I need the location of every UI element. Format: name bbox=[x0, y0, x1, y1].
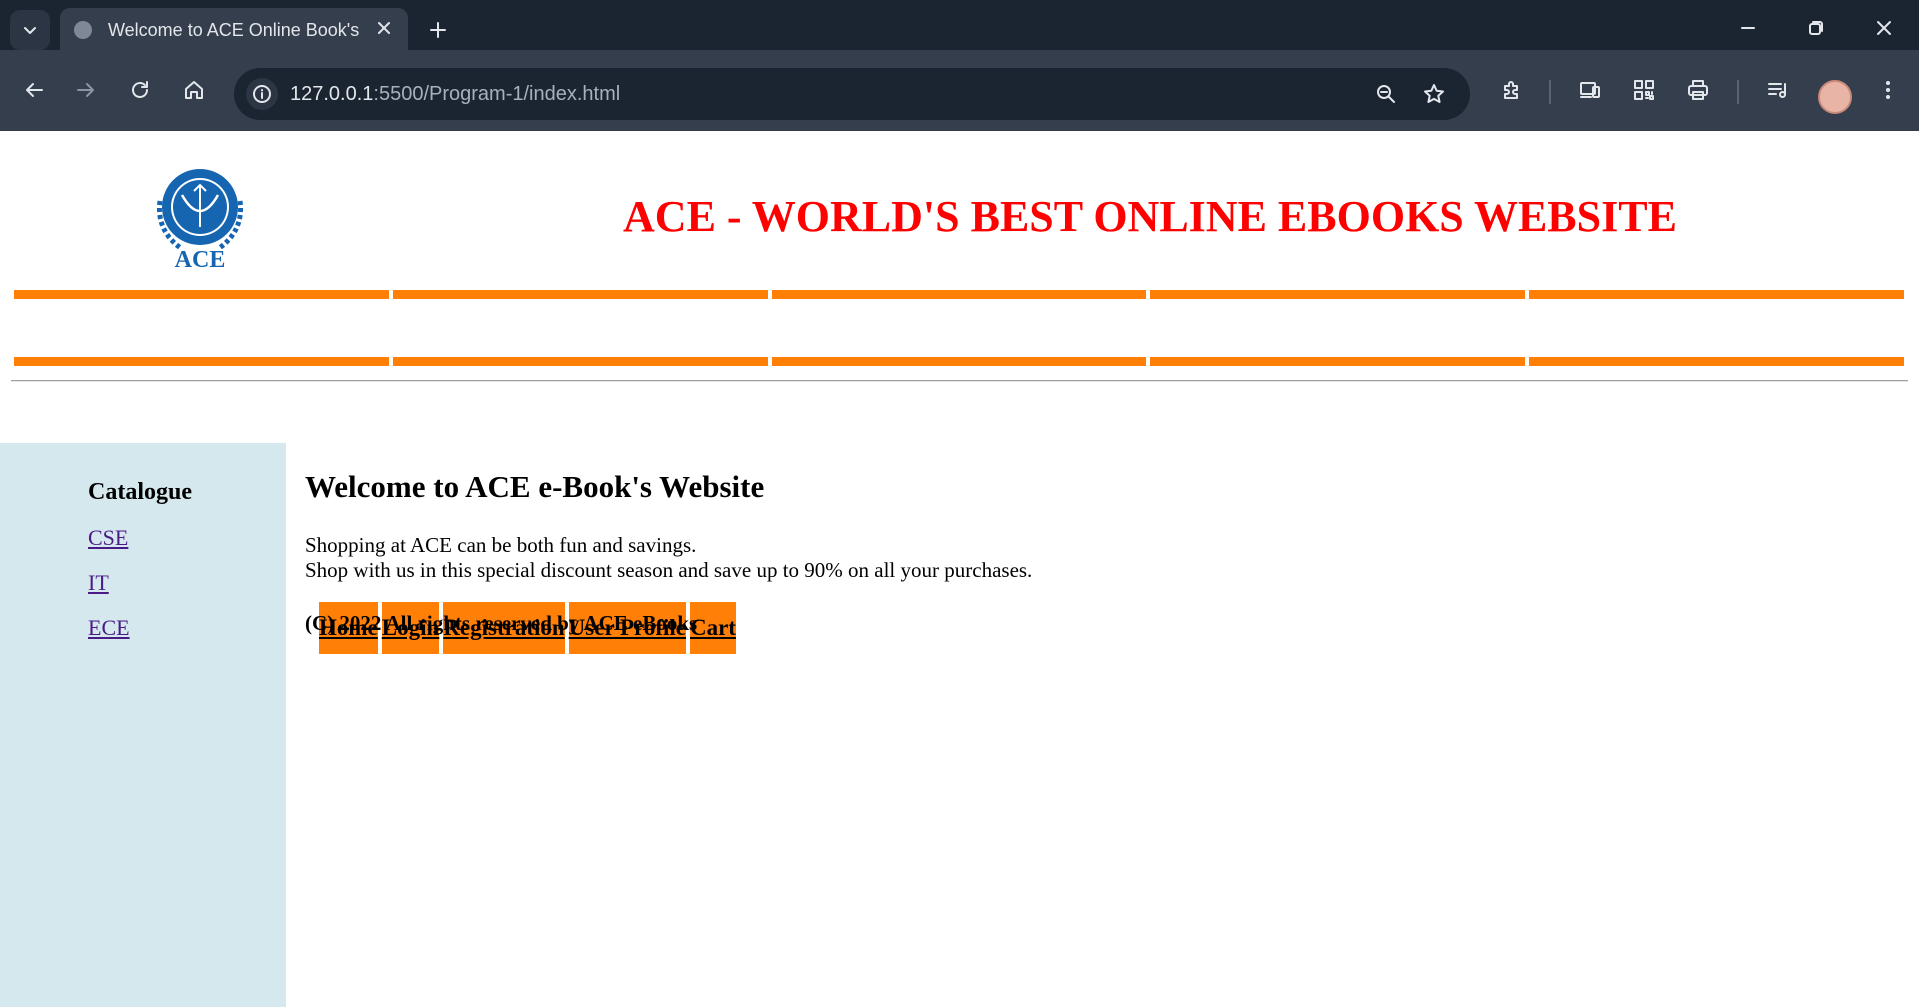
arrow-left-icon bbox=[26, 83, 43, 97]
logo-text: ACE bbox=[175, 247, 226, 273]
web-page: ACE ACE - WORLD'S BEST ONLINE EBOOKS WEB… bbox=[0, 131, 1919, 1007]
browser-menu-button[interactable] bbox=[1870, 72, 1906, 108]
horizontal-rule bbox=[11, 380, 1908, 382]
welcome-heading: Welcome to ACE e-Book's Website bbox=[305, 469, 765, 504]
url-host: 127.0.0.1 bbox=[290, 83, 374, 105]
profile-avatar[interactable] bbox=[1818, 80, 1852, 114]
url-text[interactable]: 127.0.0.1:5500/Program-1/index.html bbox=[290, 82, 620, 106]
globe-icon bbox=[74, 21, 92, 39]
forward-button[interactable] bbox=[66, 70, 106, 110]
intro-line-2: Shop with us in this special discount se… bbox=[305, 558, 1033, 582]
zoom-out-icon bbox=[1377, 85, 1395, 103]
catalogue-link-ece[interactable]: ECE bbox=[88, 615, 130, 641]
reload-icon bbox=[132, 81, 148, 98]
home-button[interactable] bbox=[174, 70, 214, 110]
browser-toolbar: 127.0.0.1:5500/Program-1/index.html bbox=[0, 50, 1919, 131]
qr-code-button[interactable] bbox=[1626, 72, 1662, 108]
intro-line-1: Shopping at ACE can be both fun and savi… bbox=[305, 533, 697, 557]
puzzle-icon bbox=[1504, 81, 1518, 99]
close-window-button[interactable] bbox=[1862, 8, 1906, 48]
tab-title: Welcome to ACE Online Book's bbox=[108, 20, 360, 40]
tab-search-button[interactable] bbox=[10, 10, 50, 50]
media-control-button[interactable] bbox=[1760, 72, 1796, 108]
main-nav: Home Login Registration User Profile Car… bbox=[11, 287, 1907, 655]
restore-icon bbox=[1809, 21, 1823, 35]
catalogue-sidebar: Catalogue CSE IT ECE bbox=[0, 443, 286, 1007]
qr-code-icon bbox=[1634, 80, 1654, 100]
close-icon bbox=[1877, 21, 1891, 35]
back-button[interactable] bbox=[14, 70, 54, 110]
minimize-icon bbox=[1741, 27, 1755, 29]
bookmark-button[interactable] bbox=[1418, 78, 1450, 110]
cast-button[interactable] bbox=[1572, 72, 1608, 108]
home-icon bbox=[185, 81, 203, 99]
reload-button[interactable] bbox=[120, 70, 160, 110]
plus-icon bbox=[430, 22, 446, 38]
catalogue-link-cse[interactable]: CSE bbox=[88, 525, 128, 551]
minimize-button[interactable] bbox=[1726, 8, 1770, 48]
zoom-button[interactable] bbox=[1370, 78, 1402, 110]
tab-close-button[interactable] bbox=[370, 14, 398, 42]
copyright-text: (C) 2022 All rights reserved by ACE eBoo… bbox=[305, 611, 698, 635]
close-icon bbox=[378, 22, 390, 34]
printer-icon bbox=[1688, 80, 1708, 100]
print-button[interactable] bbox=[1680, 72, 1716, 108]
catalogue-link-it[interactable]: IT bbox=[88, 570, 109, 596]
extensions-button[interactable] bbox=[1494, 72, 1530, 108]
site-info-button[interactable] bbox=[246, 78, 278, 110]
more-vert-icon bbox=[1886, 81, 1890, 99]
site-heading: ACE - WORLD'S BEST ONLINE EBOOKS WEBSITE bbox=[623, 192, 1677, 241]
toolbar-separator bbox=[1549, 80, 1551, 104]
restore-button[interactable] bbox=[1794, 8, 1838, 48]
catalogue-title: Catalogue bbox=[88, 479, 192, 505]
new-tab-button[interactable] bbox=[420, 12, 456, 48]
ace-logo: ACE bbox=[156, 169, 244, 273]
intro-paragraph: Shopping at ACE can be both fun and savi… bbox=[305, 533, 1032, 583]
devices-icon bbox=[1580, 82, 1600, 98]
arrow-right-icon bbox=[77, 83, 94, 97]
playlist-icon bbox=[1768, 83, 1786, 98]
url-path: :5500/Program-1/index.html bbox=[373, 83, 621, 105]
chevron-down-icon bbox=[24, 27, 36, 34]
main-content: Welcome to ACE e-Book's Website Shopping… bbox=[305, 443, 1805, 843]
toolbar-separator bbox=[1737, 80, 1739, 104]
address-bar[interactable]: 127.0.0.1:5500/Program-1/index.html bbox=[234, 68, 1470, 120]
browser-tab-bar: Welcome to ACE Online Book's bbox=[0, 0, 1919, 50]
info-icon bbox=[253, 85, 271, 103]
browser-tab-active[interactable]: Welcome to ACE Online Book's bbox=[60, 8, 408, 50]
star-icon bbox=[1424, 84, 1444, 103]
